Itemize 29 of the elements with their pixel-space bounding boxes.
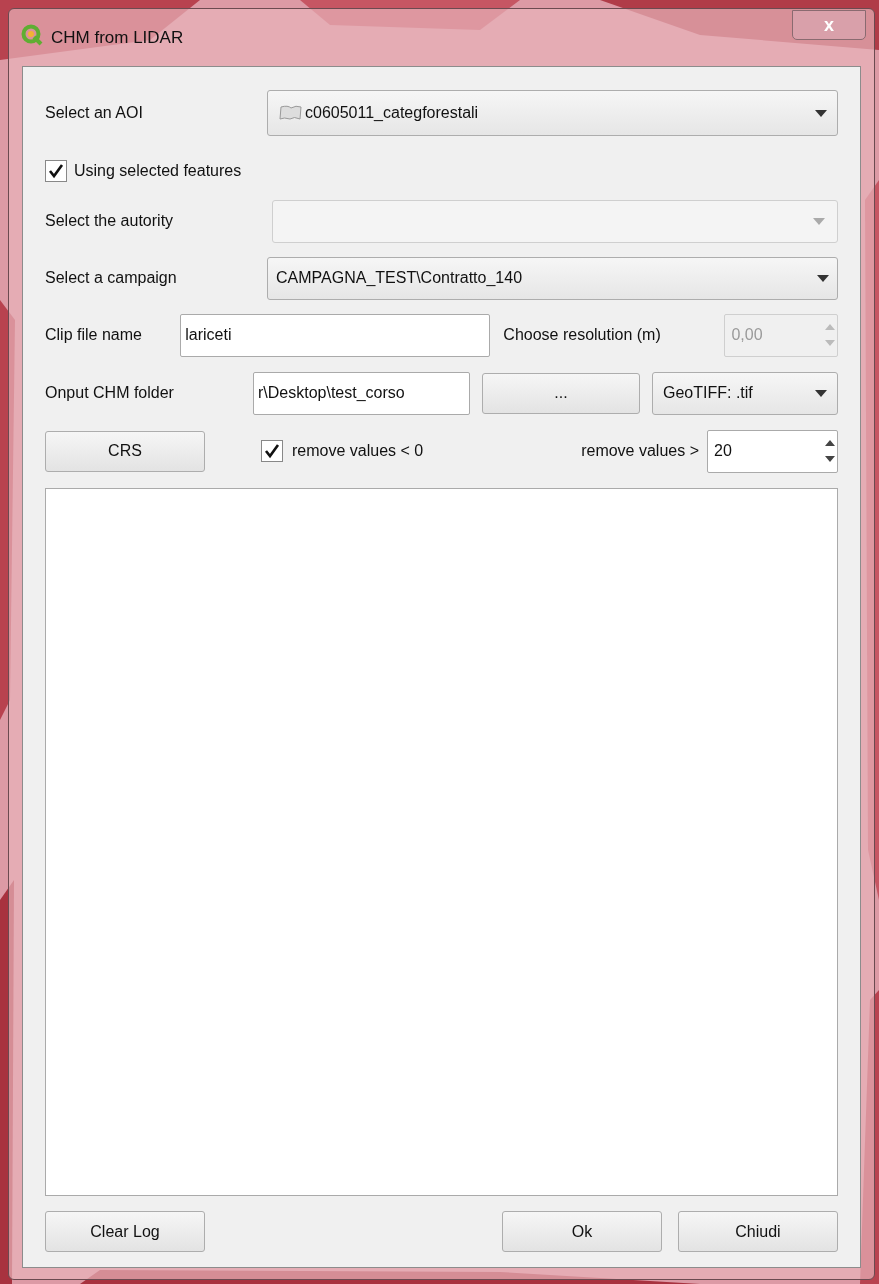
field-label: Select an AOI [45,103,144,123]
field-label: Clip file name [45,325,143,345]
window-title: CHM from LIDAR [51,27,184,49]
browse-button[interactable]: ... [482,372,640,414]
dropdown-arrow-icon [815,109,827,117]
crs-button[interactable]: CRS [45,430,205,472]
layer-dropdown[interactable]: c0605011_categforestali [267,90,838,136]
campaign-dropdown[interactable]: CAMPAGNA_TEST\Contratto_140 [267,256,838,300]
dropdown-arrow-icon [813,217,825,225]
app-logo-icon [21,24,43,46]
field-label: remove values > [581,441,699,461]
checkbox-label: Using selected features [74,161,242,181]
dialog-button[interactable]: Clear Log [45,1211,205,1252]
dropdown-arrow-icon [817,274,829,282]
max-value-spinbox[interactable]: 20 [707,429,838,473]
polygon-layer-icon [278,104,304,122]
file-name-input[interactable]: lariceti [180,313,491,357]
checkbox-label: remove values < 0 [292,441,424,461]
field-label: Select a campaign [45,268,178,288]
field-label: Choose resolution (m) [503,325,662,345]
folder-path-input[interactable]: r\Desktop\test_corso [253,371,470,415]
dialog-button[interactable]: Ok [502,1211,662,1252]
format-dropdown[interactable]: GeoTIFF: .tif [652,371,838,415]
dropdown-arrow-icon [815,389,827,397]
checkbox[interactable] [261,440,283,462]
field-label: Select the autority [45,211,175,231]
field-label: Onput CHM folder [45,383,175,403]
dialog-button[interactable]: Chiudi [678,1211,838,1252]
checkbox[interactable] [45,160,67,182]
